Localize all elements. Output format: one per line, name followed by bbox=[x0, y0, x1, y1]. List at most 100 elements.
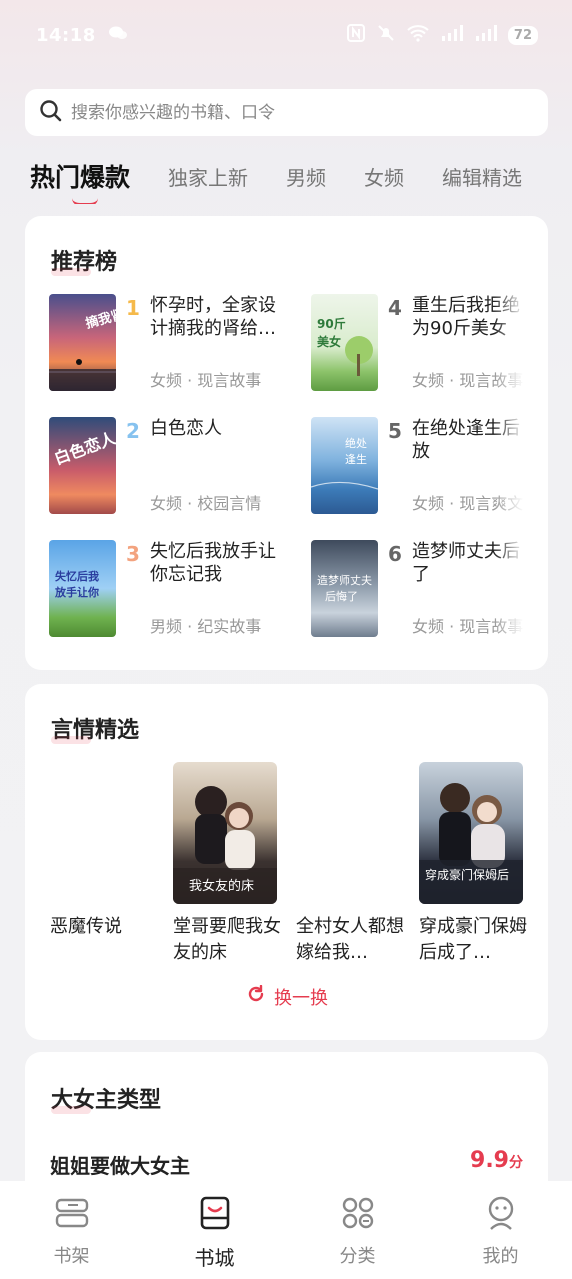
book-title: 恶魔传说 bbox=[50, 916, 122, 937]
tab-label: 女频 bbox=[364, 166, 405, 190]
book-cover: 90斤美女 bbox=[311, 294, 378, 391]
search-bar[interactable] bbox=[25, 89, 548, 136]
svg-text:我女友的床: 我女友的床 bbox=[189, 878, 254, 894]
ranking-title: 推荐榜 bbox=[51, 244, 117, 276]
refresh-label: 换一换 bbox=[274, 988, 328, 1009]
status-time: 14:18 bbox=[36, 24, 96, 46]
tab-editor-picks[interactable]: 编辑精选 bbox=[442, 152, 522, 191]
bottom-navigation: 书架 书城 分类 我的 bbox=[0, 1181, 572, 1279]
ranking-card: 推荐榜 摘我肾 1 怀孕时，全家设计摘我的肾给… 女频 · 现言故事 白色恋人 … bbox=[25, 216, 548, 670]
book-item[interactable]: 穿成豪门保姆后 穿成豪门保姆后成了… bbox=[419, 762, 529, 963]
wifi-icon bbox=[406, 24, 430, 47]
nav-label: 书城 bbox=[194, 1246, 235, 1270]
book-title: 全村女人都想嫁给我… bbox=[296, 916, 404, 963]
rank-number: 3 bbox=[126, 542, 140, 566]
book-meta: 女频 · 现言爽文 bbox=[412, 494, 524, 513]
book-meta: 男频 · 纪实故事 bbox=[150, 617, 262, 636]
nav-label: 我的 bbox=[482, 1246, 519, 1267]
chat-notification-icon bbox=[108, 25, 128, 46]
svg-text:美女: 美女 bbox=[317, 334, 341, 349]
book-meta: 女频 · 校园言情 bbox=[150, 494, 262, 513]
tab-exclusive-new[interactable]: 独家上新 bbox=[168, 152, 248, 191]
book-cover: 穿成豪门保姆后 bbox=[419, 762, 523, 904]
book-item[interactable]: 全村女人都想嫁给我… bbox=[296, 762, 406, 963]
book-item[interactable]: 我女友的床 堂哥要爬我女友的床 bbox=[173, 762, 283, 963]
bookshelf-icon bbox=[54, 1195, 90, 1236]
refresh-icon bbox=[246, 984, 266, 1010]
profile-icon bbox=[483, 1195, 519, 1236]
book-cover bbox=[50, 762, 154, 904]
book-meta: 女频 · 现言故事 bbox=[150, 371, 262, 390]
active-tab-indicator bbox=[72, 198, 98, 204]
book-title: 白色恋人 bbox=[150, 418, 222, 439]
book-title: 穿成豪门保姆后成了… bbox=[419, 916, 527, 963]
tab-label: 独家上新 bbox=[168, 166, 249, 190]
book-cover: 摘我肾 bbox=[49, 294, 116, 391]
book-title: 怀孕时，全家设计摘我的肾给… bbox=[150, 295, 276, 339]
nav-bookstore[interactable]: 书城 bbox=[143, 1195, 286, 1279]
signal-icon bbox=[474, 24, 498, 47]
book-cover: 白色恋人 bbox=[49, 417, 116, 514]
book-cover: 绝处 逢生 bbox=[311, 417, 378, 514]
heroine-title: 大女主类型 bbox=[51, 1082, 161, 1114]
book-item[interactable]: 恶魔传说 bbox=[50, 762, 160, 937]
rank-number: 4 bbox=[388, 296, 402, 320]
signal-icon bbox=[440, 24, 464, 47]
rank-item[interactable]: 90斤美女 4 重生后我拒绝为90斤美女 女频 · 现言故事 bbox=[311, 294, 524, 394]
rank-item[interactable]: 摘我肾 1 怀孕时，全家设计摘我的肾给… 女频 · 现言故事 bbox=[49, 294, 299, 394]
svg-text:放手让你: 放手让你 bbox=[54, 585, 99, 599]
book-title: 在绝处逢生后放 bbox=[412, 418, 520, 462]
rank-number: 2 bbox=[126, 419, 140, 443]
svg-text:逢生: 逢生 bbox=[345, 452, 367, 466]
rank-item[interactable]: 白色恋人 2 白色恋人 女频 · 校园言情 bbox=[49, 417, 299, 517]
rank-item[interactable]: 造梦师丈夫 后悔了 6 造梦师丈夫后了 女频 · 现言故事 bbox=[311, 540, 524, 640]
book-title[interactable]: 姐姐要做大女主 bbox=[50, 1150, 190, 1179]
svg-text:后悔了: 后悔了 bbox=[325, 589, 358, 603]
mute-icon bbox=[376, 23, 396, 48]
romance-title: 言情精选 bbox=[51, 712, 139, 744]
nav-category[interactable]: 分类 bbox=[286, 1195, 429, 1279]
tab-hot[interactable]: 热门爆款 bbox=[30, 152, 131, 204]
score-unit: 分 bbox=[509, 1155, 523, 1171]
book-cover: 我女友的床 bbox=[173, 762, 277, 904]
nav-profile[interactable]: 我的 bbox=[429, 1195, 572, 1279]
nav-bookshelf[interactable]: 书架 bbox=[0, 1195, 143, 1279]
nfc-icon bbox=[346, 23, 366, 48]
tab-label: 热门爆款 bbox=[30, 163, 131, 192]
book-cover: 造梦师丈夫 后悔了 bbox=[311, 540, 378, 637]
rank-number: 5 bbox=[388, 419, 402, 443]
score-value: 9.9 bbox=[470, 1148, 509, 1173]
rank-number: 1 bbox=[126, 296, 140, 320]
svg-text:绝处: 绝处 bbox=[345, 436, 367, 450]
status-bar: 14:18 72 bbox=[0, 0, 572, 70]
tab-female[interactable]: 女频 bbox=[364, 152, 404, 191]
book-title: 堂哥要爬我女友的床 bbox=[173, 916, 281, 963]
book-cover: 失忆后我 放手让你 bbox=[49, 540, 116, 637]
book-score: 9.9分 bbox=[470, 1148, 523, 1173]
book-meta: 女频 · 现言故事 bbox=[412, 371, 524, 390]
nav-label: 分类 bbox=[339, 1246, 376, 1267]
category-icon bbox=[340, 1195, 376, 1236]
book-title: 重生后我拒绝为90斤美女 bbox=[412, 295, 520, 339]
svg-text:穿成豪门保姆后: 穿成豪门保姆后 bbox=[425, 867, 509, 882]
refresh-button[interactable]: 换一换 bbox=[246, 984, 328, 1010]
svg-text:白色恋人: 白色恋人 bbox=[52, 428, 116, 468]
rank-item[interactable]: 绝处逢生 5 在绝处逢生后放 女频 · 现言爽文 bbox=[311, 417, 524, 517]
book-title: 造梦师丈夫后了 bbox=[412, 541, 520, 585]
svg-text:失忆后我: 失忆后我 bbox=[55, 569, 99, 583]
svg-text:造梦师丈夫: 造梦师丈夫 bbox=[317, 573, 372, 587]
category-tabs: 热门爆款 独家上新 男频 女频 编辑精选 bbox=[30, 152, 572, 204]
romance-card: 言情精选 恶魔传说 我女友的床 堂哥要爬我女友的床 全村女人都想嫁给我… 穿成豪… bbox=[25, 684, 548, 1040]
bookstore-icon bbox=[197, 1195, 233, 1236]
tab-label: 男频 bbox=[286, 166, 327, 190]
tab-label: 编辑精选 bbox=[442, 166, 523, 190]
search-input[interactable] bbox=[71, 102, 548, 123]
svg-text:90斤: 90斤 bbox=[317, 316, 346, 331]
battery-indicator: 72 bbox=[507, 25, 538, 45]
rank-number: 6 bbox=[388, 542, 402, 566]
nav-label: 书架 bbox=[53, 1246, 90, 1267]
tab-male[interactable]: 男频 bbox=[286, 152, 326, 191]
search-icon bbox=[39, 99, 63, 127]
rank-item[interactable]: 失忆后我 放手让你 3 失忆后我放手让你忘记我 男频 · 纪实故事 bbox=[49, 540, 299, 640]
svg-text:摘我肾: 摘我肾 bbox=[84, 306, 116, 332]
